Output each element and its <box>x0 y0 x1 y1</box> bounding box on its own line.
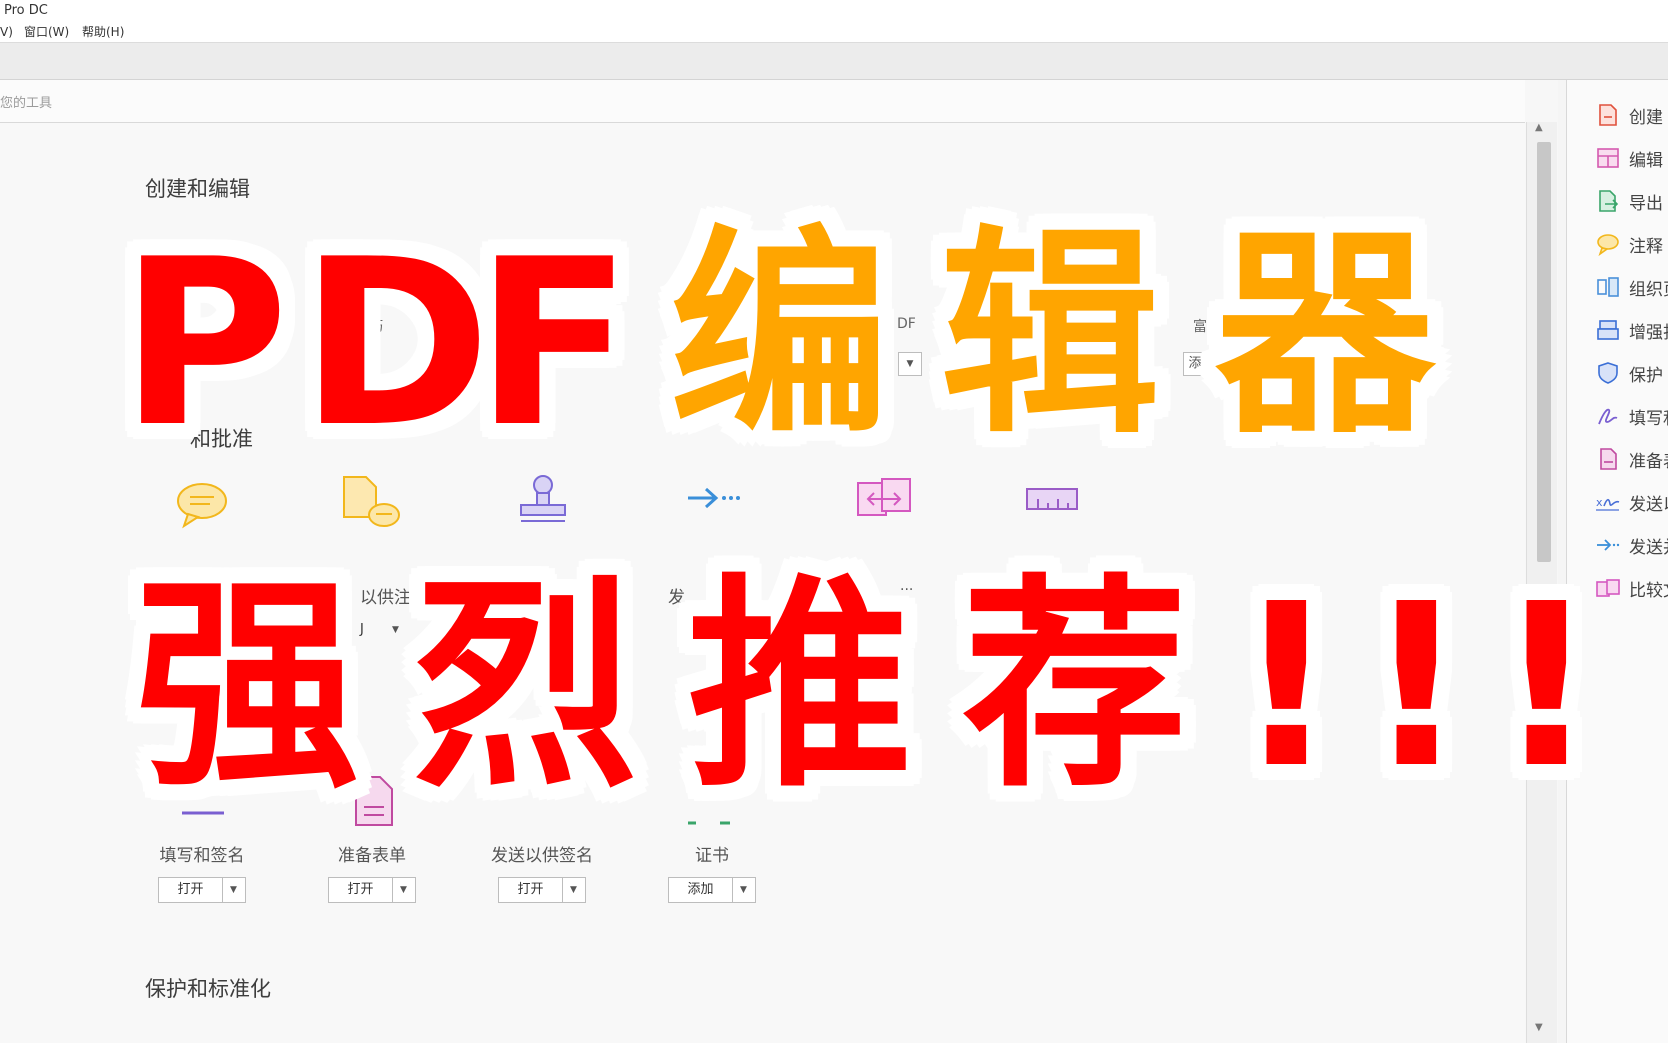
chevron-down-icon[interactable]: ▼ <box>393 878 415 902</box>
open-button[interactable]: 打开 ▼ <box>498 877 586 903</box>
right-item-create-pdf[interactable]: 创建 P <box>1595 100 1668 130</box>
right-tools-pane: 创建 P 编辑 P 导出 P 注释 组织页 增强扫 保护 填写和 准备表 x 发… <box>1566 80 1668 1043</box>
tool-button-partial[interactable]: J <box>360 618 420 642</box>
right-item-prepare-form[interactable]: 准备表 <box>1595 444 1668 474</box>
chevron-down-icon[interactable]: ▼ <box>733 878 755 902</box>
toolbar <box>0 43 1668 80</box>
add-button[interactable]: 添加 ▼ <box>668 877 756 903</box>
tool-button-partial[interactable]: 添 <box>1183 352 1207 376</box>
right-item-fill-sign[interactable]: 填写和 <box>1595 401 1668 431</box>
right-item-edit-pdf[interactable]: 编辑 P <box>1595 143 1668 173</box>
right-item-comment[interactable]: 注释 <box>1595 229 1668 259</box>
tool-certificates: 证书 添加 ▼ <box>637 779 787 903</box>
tool-label-partial: 建 <box>189 319 203 335</box>
edit-pdf-icon <box>1597 148 1619 168</box>
tools-content: 创建和编辑 建 巧 ] DF ▼ 富 添 和批准 以供注 J ▼ 发 ... 填… <box>0 123 1525 1043</box>
scroll-thumb[interactable] <box>1537 142 1551 562</box>
tool-label-partial: 巧 <box>369 319 383 335</box>
tool-label-partial: 以供注 <box>360 588 411 608</box>
menu-item-view[interactable]: V) <box>0 22 13 42</box>
tool-send-for-signature: 发送以供签名 打开 ▼ <box>467 779 617 903</box>
tool-label: 证书 <box>695 846 729 866</box>
compare-icon <box>857 478 911 516</box>
scroll-up-icon[interactable]: ▲ <box>1535 122 1543 133</box>
right-item-enhance-scans[interactable]: 增强扫 <box>1595 315 1668 345</box>
create-pdf-icon <box>1599 104 1617 126</box>
section-title-protect-standardize: 保护和标准化 <box>145 977 271 1001</box>
right-item-send-for-signature[interactable]: x 发送以 <box>1595 487 1668 517</box>
tool-label-partial: DF <box>897 316 916 332</box>
tool-label: 填写和签名 <box>159 846 245 866</box>
send-track-icon <box>688 487 740 509</box>
search-bar[interactable]: 您的工具 <box>0 80 1525 123</box>
chevron-down-icon[interactable]: ▼ <box>392 618 399 642</box>
menu-item-help[interactable]: 帮助(H) <box>82 22 124 42</box>
section-title-review-approve: 和批准 <box>190 427 253 451</box>
fill-sign-icon <box>1598 408 1618 425</box>
right-item-organize-pages[interactable]: 组织页 <box>1595 272 1668 302</box>
tool-label-partial: 发 <box>668 588 685 608</box>
tool-button-partial[interactable]: ] <box>369 355 374 371</box>
comment-icon <box>177 483 227 529</box>
tool-label: 发送以供签名 <box>491 846 593 866</box>
chevron-down-icon[interactable]: ▼ <box>563 878 585 902</box>
chevron-down-icon[interactable]: ▼ <box>223 878 245 902</box>
export-pdf-icon <box>1599 190 1619 212</box>
send-sign-icon: x <box>1596 496 1620 511</box>
section-title-create-edit: 创建和编辑 <box>145 177 250 201</box>
right-item-export-pdf[interactable]: 导出 P <box>1595 186 1668 216</box>
tool-label: 准备表单 <box>338 846 406 866</box>
comment-icon <box>1597 234 1619 256</box>
svg-text:x: x <box>1596 496 1603 509</box>
right-item-protect[interactable]: 保护 <box>1595 358 1668 388</box>
stamp-icon <box>520 475 566 522</box>
open-button[interactable]: 打开 ▼ <box>328 877 416 903</box>
scan-icon <box>1597 320 1619 340</box>
tool-fill-sign: 填写和签名 打开 ▼ <box>127 779 277 903</box>
send-for-comments-icon <box>343 476 400 527</box>
measure-icon <box>1026 488 1078 510</box>
vertical-scrollbar[interactable]: ▲ ▼ <box>1526 122 1557 1043</box>
send-track-icon <box>1597 539 1620 551</box>
menu-item-window[interactable]: 窗口(W) <box>24 22 69 42</box>
right-item-send-track[interactable]: 发送并 <box>1595 530 1668 560</box>
tools-main-area: 您的工具 创建和编辑 建 巧 ] DF ▼ 富 添 和批准 以供注 J ▼ 发 … <box>0 80 1558 1043</box>
dropdown-arrow-icon[interactable]: ▼ <box>898 352 922 376</box>
title-bar: Pro DC <box>0 0 1668 22</box>
window-title: Pro DC <box>4 3 48 18</box>
organize-pages-icon <box>1597 277 1619 297</box>
search-placeholder: 您的工具 <box>0 96 53 111</box>
shield-icon <box>1598 362 1618 384</box>
right-item-compare[interactable]: 比较文 <box>1595 573 1668 603</box>
tool-prepare-form: 准备表单 打开 ▼ <box>297 779 447 903</box>
open-button[interactable]: 打开 ▼ <box>158 877 246 903</box>
tool-label-partial: 富 <box>1193 319 1207 335</box>
scroll-down-icon[interactable]: ▼ <box>1535 1022 1543 1033</box>
menu-bar: V) 窗口(W) 帮助(H) <box>0 22 1668 43</box>
prepare-form-icon <box>1600 448 1617 470</box>
compare-icon <box>1596 579 1620 597</box>
tool-label-partial: ... <box>900 578 914 594</box>
